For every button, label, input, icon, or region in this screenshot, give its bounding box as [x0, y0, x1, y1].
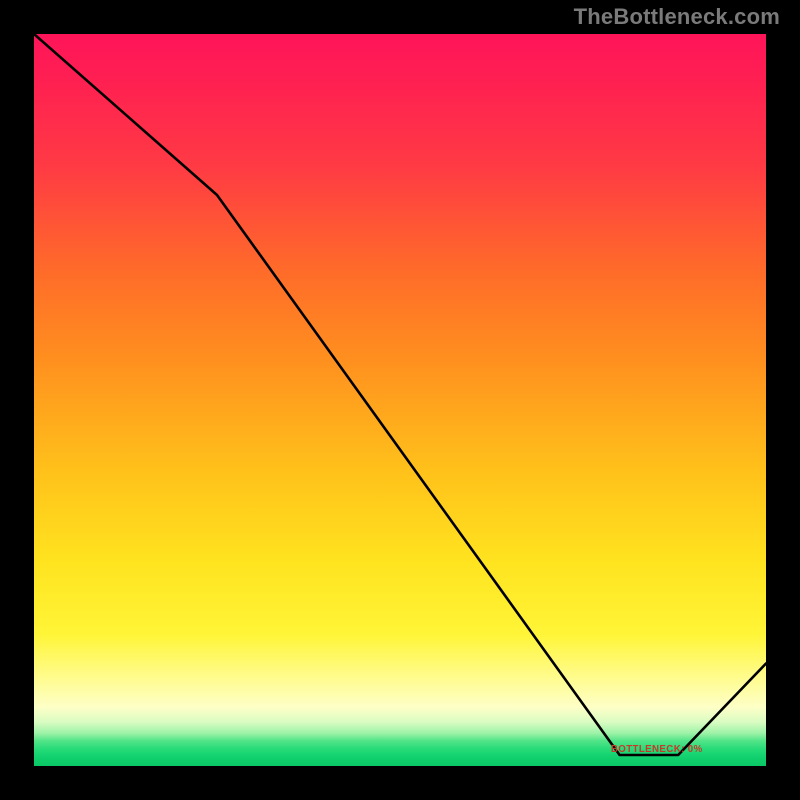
plot-area: BOTTLENECK: 0% — [34, 34, 766, 766]
watermark-text: TheBottleneck.com — [574, 4, 780, 30]
bottleneck-curve — [34, 34, 766, 755]
figure-root: TheBottleneck.com BOTTLENECK: 0% — [0, 0, 800, 800]
line-overlay: BOTTLENECK: 0% — [34, 34, 766, 766]
flat-segment-label: BOTTLENECK: 0% — [611, 744, 703, 755]
